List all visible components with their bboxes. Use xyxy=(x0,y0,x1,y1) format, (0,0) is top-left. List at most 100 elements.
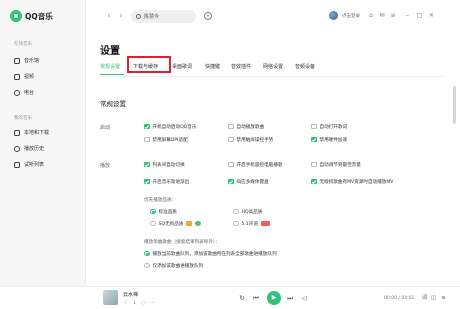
radio-icon xyxy=(14,89,20,96)
checkbox-checked-icon xyxy=(144,123,150,130)
music-hall-icon xyxy=(14,57,20,64)
checkbox-checked-icon xyxy=(311,178,317,185)
maximize-icon[interactable]: □ xyxy=(416,11,423,20)
phone-remote-checkbox[interactable]: 开启手机遥控电脑播歌 xyxy=(228,161,282,168)
disable-hw-accel-checkbox[interactable]: 禁用硬件加速 xyxy=(311,136,347,143)
back-button[interactable]: ‹ xyxy=(104,11,114,21)
heart-icon[interactable]: ♡ xyxy=(122,300,129,306)
quality-label: 优先播放品质： xyxy=(144,198,177,203)
login-link[interactable]: 点击登录 xyxy=(342,13,360,19)
auto-play-checkbox[interactable]: 自动播放歌曲 xyxy=(228,123,264,130)
volume-icon[interactable]: ◁ xyxy=(300,294,308,303)
next-icon[interactable]: ⏭ xyxy=(286,294,294,303)
quality-standard-radio[interactable]: 标准品质 xyxy=(150,208,177,215)
checkbox-icon xyxy=(311,123,317,130)
auto-start-checkbox[interactable]: 开机自动启动QQ音乐 xyxy=(144,123,196,130)
radio-icon xyxy=(233,220,239,227)
option-label: 开机自动启动QQ音乐 xyxy=(152,124,197,130)
scrollbar[interactable] xyxy=(453,86,456,124)
sidebar-item-label: 视频 xyxy=(24,74,35,80)
checkbox-checked-icon xyxy=(144,161,150,168)
play-button[interactable]: ▶ xyxy=(267,291,281,305)
playlist-icon xyxy=(14,161,20,168)
close-icon[interactable]: ✕ xyxy=(428,11,435,20)
highlight-box xyxy=(127,56,171,73)
app-logo-text: QQ音乐 xyxy=(25,11,53,21)
option-label: 禁用屏幕DPI适配 xyxy=(152,137,188,143)
tab-desktop-lyrics[interactable]: 桌面歌词 xyxy=(172,64,192,70)
sidebar-section-online: 在线音乐 xyxy=(14,42,32,47)
add-single-radio[interactable]: 仅添加该歌曲进播放队列 xyxy=(144,262,203,269)
tab-shortcuts[interactable]: 快捷键 xyxy=(205,64,220,70)
playlist-icon[interactable]: ≡ xyxy=(440,295,447,302)
song-title[interactable]: 云水禅 xyxy=(123,291,138,298)
option-label: 列表间自动切换 xyxy=(152,162,185,168)
more-icon[interactable]: ⋯ xyxy=(149,300,156,306)
quality-51-radio[interactable]: 5.1声道 xyxy=(233,220,270,227)
auto-lyrics-checkbox[interactable]: 自动打开歌词 xyxy=(311,123,347,130)
tab-network[interactable]: 网络设置 xyxy=(263,64,283,70)
album-cover[interactable] xyxy=(103,290,118,305)
new-badge-icon xyxy=(261,221,270,226)
sidebar-item-radio[interactable]: 电台 xyxy=(14,88,34,97)
comment-icon[interactable]: ◌ xyxy=(140,300,147,306)
option-label: 仅添加该歌曲进播放队列 xyxy=(152,263,204,269)
playback-time: 00:00 / 04:01 xyxy=(384,296,415,301)
sidebar: QQ音乐 在线音乐 音乐馆 视频 电台 我的音乐 本地和下载 播放历史 试听列表 xyxy=(0,0,86,286)
prev-icon[interactable]: ⏮ xyxy=(252,294,260,303)
option-label: 开启手机遥控电脑播歌 xyxy=(236,162,283,168)
sidebar-item-history[interactable]: 播放历史 xyxy=(14,144,44,153)
option-label: 播放当前歌曲队列，添加该歌曲所在列表全部歌曲进播放队列 xyxy=(152,251,277,257)
sidebar-item-local-download[interactable]: 本地和下载 xyxy=(14,128,49,137)
search-text: 陈慧今 xyxy=(144,14,160,20)
video-icon xyxy=(14,73,20,80)
radio-icon xyxy=(233,208,239,215)
fade-checkbox[interactable]: 开启音乐渐进渐出 xyxy=(144,178,189,185)
forward-button[interactable]: › xyxy=(116,11,126,21)
checkbox-checked-icon xyxy=(311,136,317,143)
media-keys-checkbox[interactable]: 响应多媒体键盘 xyxy=(228,178,269,185)
quality-sq-radio[interactable]: SQ无损品质 xyxy=(150,220,202,227)
radio-icon xyxy=(150,220,156,227)
app-logo[interactable]: QQ音乐 xyxy=(10,10,53,22)
sidebar-item-trial-list[interactable]: 试听列表 xyxy=(14,160,44,169)
option-label: 禁用硬件加速 xyxy=(319,137,348,143)
option-label: 5.1声道 xyxy=(241,221,259,227)
radio-icon xyxy=(144,262,150,269)
voice-search-icon[interactable]: + xyxy=(204,12,212,20)
option-label: SQ无损品质 xyxy=(158,221,184,227)
option-label: HQ高品质 xyxy=(241,209,263,215)
topbar: ‹ › 陈慧今 + 点击登录 ⌂ ✉ ≡ – □ ✕ xyxy=(86,0,460,34)
quality-icon[interactable]: ◫ xyxy=(430,295,437,302)
auto-mv-checkbox[interactable]: 无版权歌曲有MV资源时自动播放MV xyxy=(311,178,393,185)
sidebar-item-label: 音乐馆 xyxy=(24,58,40,64)
lyrics-icon[interactable]: 词 xyxy=(421,295,428,302)
sidebar-item-video[interactable]: 视频 xyxy=(14,72,34,81)
tab-audio-device[interactable]: 音频设备 xyxy=(295,64,315,70)
tab-audio-plugins[interactable]: 音效插件 xyxy=(231,64,251,70)
disable-touch-checkbox[interactable]: 禁用触屏操控手势 xyxy=(228,136,273,143)
disable-dpi-checkbox[interactable]: 禁用屏幕DPI适配 xyxy=(144,136,188,143)
avatar[interactable] xyxy=(329,11,338,20)
history-icon xyxy=(14,145,20,152)
qq-music-logo-icon xyxy=(10,10,22,22)
shirt-icon[interactable]: ⌂ xyxy=(367,11,375,20)
loop-icon[interactable]: ↻ xyxy=(238,294,246,303)
checkbox-icon xyxy=(228,123,234,130)
search-input[interactable]: 陈慧今 xyxy=(131,10,196,23)
tab-general[interactable]: 常规设置 xyxy=(100,64,120,70)
menu-icon[interactable]: ≡ xyxy=(389,11,397,20)
auto-volume-checkbox[interactable]: 自动调节到最佳音量 xyxy=(311,161,361,168)
quality-hq-radio[interactable]: HQ高品质 xyxy=(233,208,262,215)
download-icon[interactable]: ↓ xyxy=(131,300,138,306)
minimize-icon[interactable]: – xyxy=(404,11,411,20)
list-switch-checkbox[interactable]: 列表间自动切换 xyxy=(144,161,185,168)
sidebar-item-music-hall[interactable]: 音乐馆 xyxy=(14,56,39,65)
checkbox-icon xyxy=(311,161,317,168)
option-label: 自动打开歌词 xyxy=(319,124,348,130)
checkbox-icon xyxy=(228,136,234,143)
checkbox-icon xyxy=(228,161,234,168)
play-queue-radio[interactable]: 播放当前歌曲队列，添加该歌曲所在列表全部歌曲进播放队列 xyxy=(144,250,277,257)
option-label: 自动播放歌曲 xyxy=(236,124,265,130)
mail-icon[interactable]: ✉ xyxy=(378,11,386,20)
